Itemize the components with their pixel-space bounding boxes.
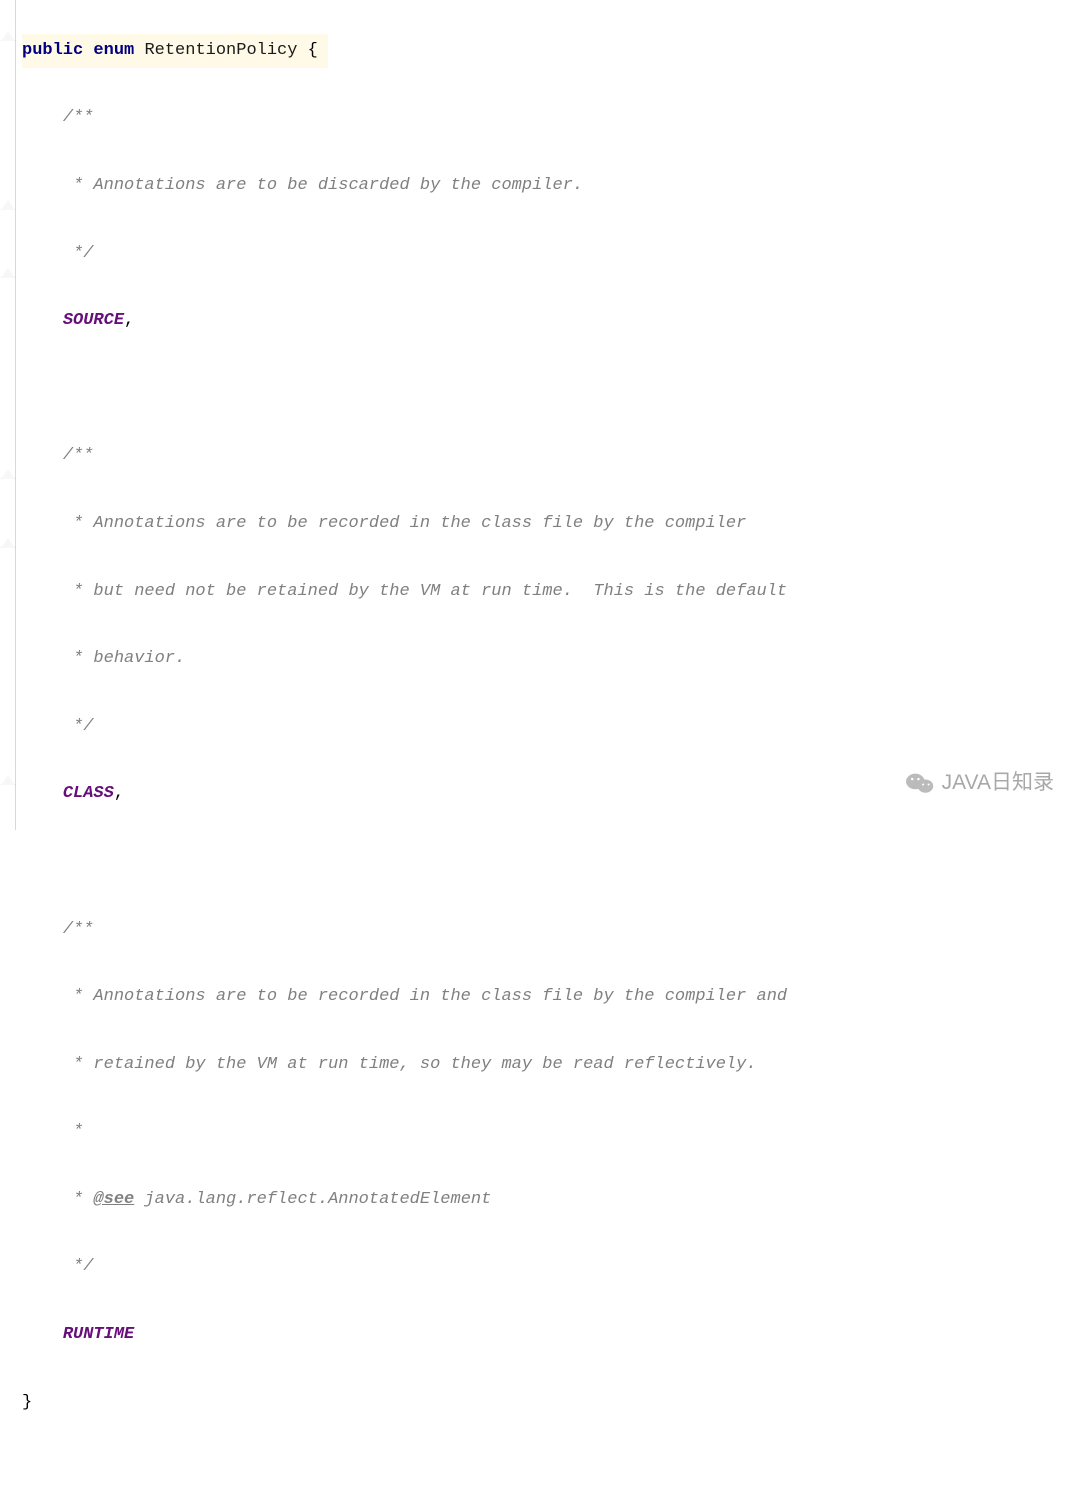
fold-gutter xyxy=(0,0,16,830)
javadoc-see-tag: @see xyxy=(93,1190,134,1209)
indent xyxy=(22,244,63,263)
fold-handle-icon[interactable] xyxy=(1,266,15,280)
javadoc-text: * behavior. xyxy=(63,649,185,668)
type-name: RetentionPolicy xyxy=(144,41,297,60)
indent xyxy=(22,1122,63,1141)
javadoc-text: * xyxy=(63,1190,94,1209)
enum-constant-runtime: RUNTIME xyxy=(63,1325,134,1344)
comma: , xyxy=(124,311,134,330)
indent xyxy=(22,920,63,939)
javadoc-open: /** xyxy=(63,108,94,127)
fold-handle-icon[interactable] xyxy=(1,467,15,481)
keyword-public: public xyxy=(22,41,83,60)
javadoc-text: * retained by the VM at run time, so the… xyxy=(63,1055,757,1074)
fold-handle-icon[interactable] xyxy=(1,29,15,43)
javadoc-text: java.lang.reflect.AnnotatedElement xyxy=(134,1190,491,1209)
comma: , xyxy=(114,784,124,803)
javadoc-open: /** xyxy=(63,920,94,939)
fold-handle-icon[interactable] xyxy=(1,536,15,550)
indent xyxy=(22,311,63,330)
indent xyxy=(22,1257,63,1276)
javadoc-close: */ xyxy=(63,1257,94,1276)
javadoc-text: * Annotations are to be discarded by the… xyxy=(63,176,583,195)
fold-handle-icon[interactable] xyxy=(1,198,15,212)
declaration-line: public enum RetentionPolicy { xyxy=(22,34,328,68)
indent xyxy=(22,176,63,195)
javadoc-text: * Annotations are to be recorded in the … xyxy=(63,987,787,1006)
indent xyxy=(22,717,63,736)
code-editor[interactable]: public enum RetentionPolicy { /** * Anno… xyxy=(0,0,1080,830)
watermark: JAVA日知录 xyxy=(906,766,1054,800)
javadoc-text: * Annotations are to be recorded in the … xyxy=(63,514,747,533)
javadoc-close: */ xyxy=(63,717,94,736)
indent xyxy=(22,108,63,127)
enum-constant-class: CLASS xyxy=(63,784,114,803)
javadoc-text: * xyxy=(63,1122,83,1141)
indent xyxy=(22,1190,63,1209)
indent xyxy=(22,1325,63,1344)
keyword-enum: enum xyxy=(93,41,134,60)
indent xyxy=(22,1055,63,1074)
indent xyxy=(22,649,63,668)
javadoc-open: /** xyxy=(63,446,94,465)
indent xyxy=(22,514,63,533)
watermark-text: JAVA日知录 xyxy=(942,766,1054,800)
code-area[interactable]: public enum RetentionPolicy { /** * Anno… xyxy=(18,0,1080,1487)
wechat-icon xyxy=(906,771,934,795)
open-brace: { xyxy=(308,41,318,60)
enum-constant-source: SOURCE xyxy=(63,311,124,330)
javadoc-text: * but need not be retained by the VM at … xyxy=(63,582,787,601)
indent xyxy=(22,446,63,465)
fold-handle-icon[interactable] xyxy=(1,773,15,787)
indent xyxy=(22,784,63,803)
indent xyxy=(22,582,63,601)
close-brace: } xyxy=(22,1393,32,1412)
indent xyxy=(22,987,63,1006)
javadoc-close: */ xyxy=(63,244,94,263)
